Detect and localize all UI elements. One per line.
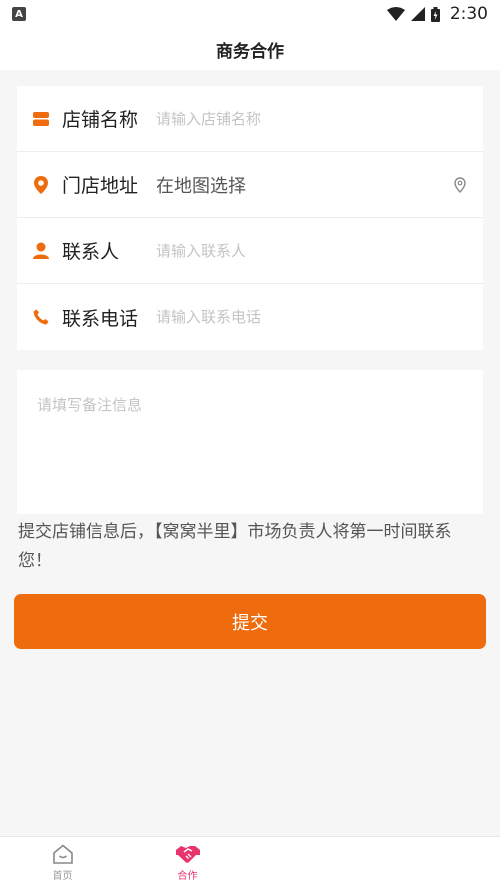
phone-input[interactable]: [156, 308, 469, 326]
address-value[interactable]: 在地图选择: [156, 172, 451, 198]
page-title: 商务合作: [216, 41, 284, 62]
phone-row[interactable]: 联系电话: [17, 284, 483, 350]
clock: 2:30: [449, 4, 488, 24]
map-pin-icon[interactable]: [451, 176, 469, 194]
tab-third[interactable]: [250, 837, 375, 888]
tab-home[interactable]: 首页: [0, 837, 125, 888]
tab-cooperation[interactable]: 合作: [125, 837, 250, 888]
store-name-label: 店铺名称: [62, 109, 139, 131]
person-icon: [30, 240, 52, 262]
wifi-icon: [386, 7, 405, 21]
store-name-row[interactable]: 店铺名称: [17, 86, 483, 152]
signal-icon: [410, 7, 425, 21]
tab-bar: 首页 合作: [0, 836, 500, 888]
store-name-input[interactable]: [156, 109, 469, 128]
contact-input[interactable]: [156, 241, 469, 260]
handshake-icon: [175, 845, 200, 863]
location-icon: [30, 174, 52, 196]
contact-label: 联系人: [62, 241, 120, 263]
address-row[interactable]: 门店地址 在地图选择: [17, 152, 483, 218]
tab-fourth[interactable]: [375, 837, 500, 888]
tab-home-label: 首页: [52, 870, 73, 882]
notification-icon: A: [12, 7, 26, 21]
contact-row[interactable]: 联系人: [17, 218, 483, 284]
home-icon: [52, 843, 73, 864]
remarks-textarea[interactable]: [17, 370, 483, 514]
phone-label: 联系电话: [62, 307, 139, 330]
nav-bar: 商务合作: [0, 28, 500, 70]
phone-icon: [30, 306, 52, 328]
address-label: 门店地址: [62, 175, 139, 197]
store-form: 店铺名称 门店地址 在地图选择 联系人: [17, 86, 483, 350]
store-icon: [30, 108, 52, 130]
status-bar: A 2:30: [0, 0, 500, 28]
tab-cooperation-label: 合作: [177, 870, 198, 882]
battery-icon: [430, 6, 440, 22]
status-indicators: 2:30: [386, 4, 488, 24]
submit-button[interactable]: 提交: [14, 594, 486, 649]
notice-text: 提交店铺信息后，【窝窝半里】市场负责人将第一时间联系您！: [18, 522, 452, 571]
